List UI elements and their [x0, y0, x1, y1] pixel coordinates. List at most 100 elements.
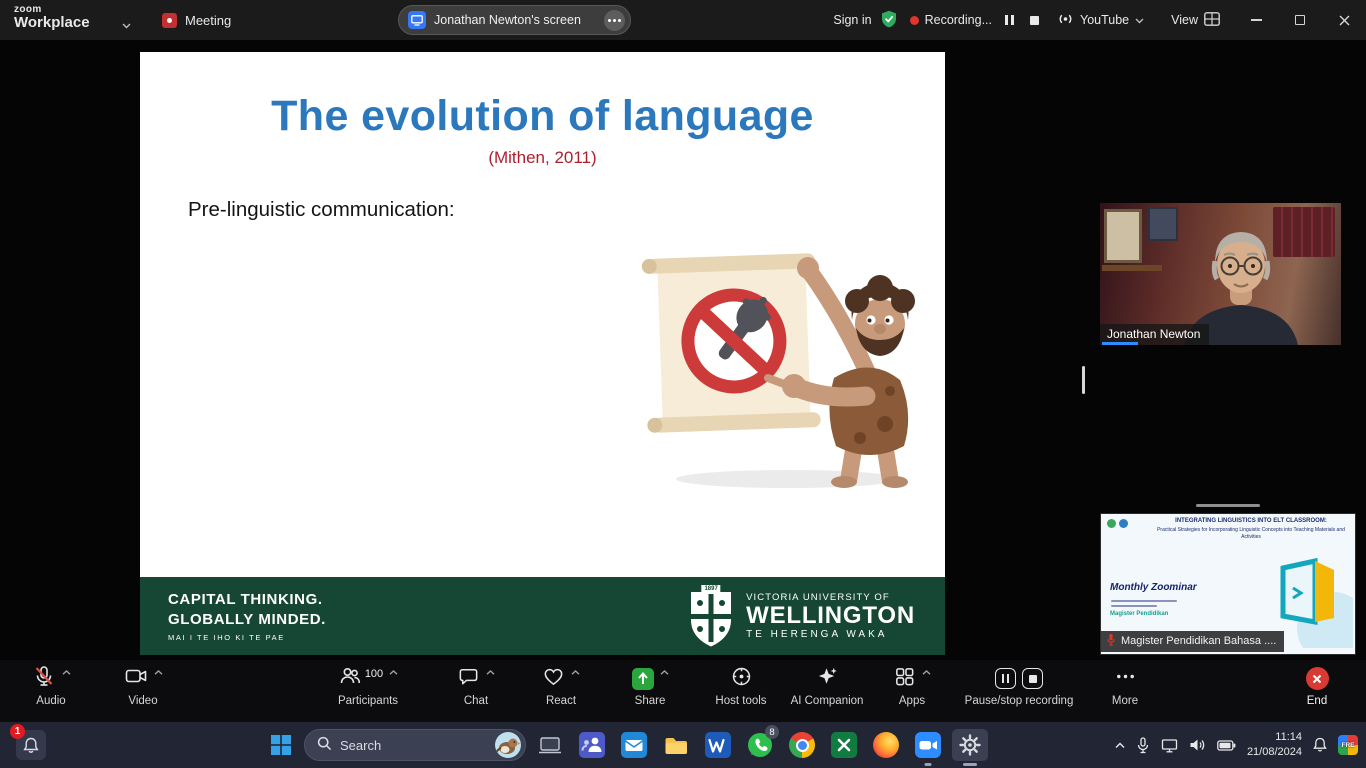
- end-meeting-button[interactable]: End: [1280, 665, 1354, 719]
- taskbar-app-firefox-icon[interactable]: [868, 729, 904, 761]
- minimize-button[interactable]: [1234, 0, 1278, 40]
- react-button[interactable]: React: [520, 665, 602, 719]
- video-options-chevron-icon[interactable]: [154, 670, 163, 675]
- maximize-button[interactable]: [1278, 0, 1322, 40]
- established-year: 1897: [701, 585, 720, 594]
- poster-logo-icon: [1107, 519, 1116, 528]
- chat-chevron-icon[interactable]: [486, 670, 495, 675]
- share-chevron-icon[interactable]: [660, 670, 669, 675]
- more-button[interactable]: More: [1088, 665, 1162, 719]
- share-options-button[interactable]: [604, 10, 625, 31]
- host-tools-icon: [730, 665, 753, 693]
- speaker-video-tile[interactable]: Jonathan Newton: [1100, 203, 1341, 345]
- notification-count-badge: 1: [10, 724, 25, 739]
- video-label: Video: [128, 695, 157, 707]
- tab-meeting[interactable]: Meeting: [150, 0, 243, 40]
- host-tools-button[interactable]: Host tools: [697, 665, 785, 719]
- university-wordmark: VICTORIA UNIVERSITY OF WELLINGTON TE HER…: [746, 592, 915, 640]
- taskbar-app-teams-icon[interactable]: [574, 729, 610, 761]
- sidebar-scrollbar[interactable]: [1082, 366, 1085, 394]
- room-shelf-decor: [1102, 265, 1162, 271]
- share-button[interactable]: Share: [607, 665, 693, 719]
- apps-chevron-icon[interactable]: [922, 670, 931, 675]
- taskbar-app-mail-icon[interactable]: [616, 729, 652, 761]
- taskbar-app-file-explorer-icon[interactable]: [658, 729, 694, 761]
- notification-bell-icon[interactable]: 1: [16, 730, 46, 760]
- camera-icon: [124, 664, 148, 693]
- poster-heading: INTEGRATING LINGUISTICS INTO ELT CLASSRO…: [1151, 518, 1351, 526]
- taskbar-app-word-icon[interactable]: [700, 729, 736, 761]
- tray-mic-icon[interactable]: [1136, 737, 1150, 754]
- taskbar-app-settings-icon[interactable]: [952, 729, 988, 761]
- stop-recording-icon[interactable]: [1026, 12, 1042, 28]
- brand-chevron-down-icon[interactable]: [122, 16, 131, 34]
- end-call-icon: [1306, 667, 1329, 690]
- video-button[interactable]: Video: [100, 665, 186, 719]
- close-button[interactable]: [1322, 0, 1366, 40]
- search-highlight-bird-icon[interactable]: [495, 732, 521, 758]
- tray-volume-icon[interactable]: [1189, 738, 1206, 752]
- poster-organisation: Magister Pendidikan: [1110, 611, 1168, 617]
- more-label: More: [1112, 695, 1138, 707]
- participant-video-tile[interactable]: INTEGRATING LINGUISTICS INTO ELT CLASSRO…: [1100, 513, 1356, 655]
- taskbar-notification-area: 1: [16, 730, 46, 760]
- apps-button[interactable]: Apps: [871, 665, 953, 719]
- taskbar-app-whatsapp-icon[interactable]: 8: [742, 729, 778, 761]
- stop-recording-tile-icon[interactable]: [1022, 668, 1043, 689]
- tray-color-app-icon[interactable]: FRE: [1338, 735, 1358, 755]
- chat-button[interactable]: Chat: [437, 665, 515, 719]
- pause-stop-recording-button[interactable]: Pause/stop recording: [946, 665, 1092, 719]
- shared-screen-label: Jonathan Newton's screen: [434, 13, 596, 27]
- participant-name-tag: Magister Pendidikan Bahasa ....: [1101, 631, 1284, 652]
- security-shield-icon[interactable]: [881, 10, 897, 31]
- taskbar-app-laptop-icon[interactable]: [532, 729, 568, 761]
- audio-options-chevron-icon[interactable]: [62, 670, 71, 675]
- pause-recording-tile-icon[interactable]: [995, 668, 1016, 689]
- poster-script-title: Monthly Zoominar: [1110, 582, 1197, 593]
- poster-heading-block: INTEGRATING LINGUISTICS INTO ELT CLASSRO…: [1151, 518, 1351, 540]
- end-label: End: [1307, 695, 1327, 707]
- windows-start-button[interactable]: [264, 729, 298, 761]
- meeting-camera-icon: [162, 13, 177, 28]
- brand-workplace-text: Workplace: [14, 15, 90, 32]
- taskbar-clock[interactable]: 11:14 21/08/2024: [1247, 730, 1302, 760]
- taskbar-app-chrome-icon[interactable]: [784, 729, 820, 761]
- zoom-workplace-logo[interactable]: zoom Workplace: [14, 4, 90, 32]
- room-poster-decor: [1104, 209, 1142, 263]
- taskbar-search-box[interactable]: Search: [304, 729, 526, 761]
- titlebar-right-controls: Sign in Recording... YouTube View: [833, 0, 1220, 40]
- host-tools-label: Host tools: [715, 695, 766, 707]
- meeting-stage: The evolution of language (Mithen, 2011)…: [0, 40, 1366, 660]
- search-label: Search: [340, 738, 381, 753]
- sign-in-link[interactable]: Sign in: [833, 13, 871, 27]
- active-speaker-indicator: [1102, 342, 1138, 345]
- clock-date: 21/08/2024: [1247, 745, 1302, 760]
- panel-resize-handle[interactable]: [1196, 504, 1260, 507]
- shared-presentation-slide: The evolution of language (Mithen, 2011)…: [140, 52, 945, 655]
- chat-bubble-icon: [457, 665, 480, 693]
- muted-mic-icon: [1106, 633, 1116, 649]
- view-menu[interactable]: View: [1171, 12, 1220, 29]
- shared-screen-pill[interactable]: Jonathan Newton's screen: [398, 5, 631, 35]
- tray-battery-icon[interactable]: [1217, 740, 1236, 751]
- tray-display-icon[interactable]: [1161, 738, 1178, 753]
- system-tray: 11:14 21/08/2024 FRE: [1115, 722, 1358, 768]
- taskbar-app-excel-icon[interactable]: [826, 729, 862, 761]
- participants-chevron-icon[interactable]: [389, 670, 398, 675]
- caveman-illustration: [638, 228, 923, 490]
- taskbar-app-zoom-icon[interactable]: [910, 729, 946, 761]
- tray-chevron-up-icon[interactable]: [1115, 742, 1125, 749]
- participants-count: 100: [365, 668, 383, 680]
- participants-icon: [338, 664, 362, 693]
- react-chevron-icon[interactable]: [571, 670, 580, 675]
- slide-citation: (Mithen, 2011): [140, 148, 945, 168]
- participants-button[interactable]: 100 Participants: [316, 665, 420, 719]
- tray-notification-bell-icon[interactable]: [1313, 737, 1327, 753]
- university-shield-icon: 1897: [688, 585, 734, 647]
- pause-recording-icon[interactable]: [1001, 12, 1017, 28]
- ai-companion-button[interactable]: AI Companion: [781, 665, 873, 719]
- meeting-tab-label: Meeting: [185, 13, 231, 28]
- search-icon: [317, 736, 332, 754]
- audio-button[interactable]: Audio: [8, 665, 94, 719]
- livestream-youtube-menu[interactable]: YouTube: [1057, 12, 1144, 29]
